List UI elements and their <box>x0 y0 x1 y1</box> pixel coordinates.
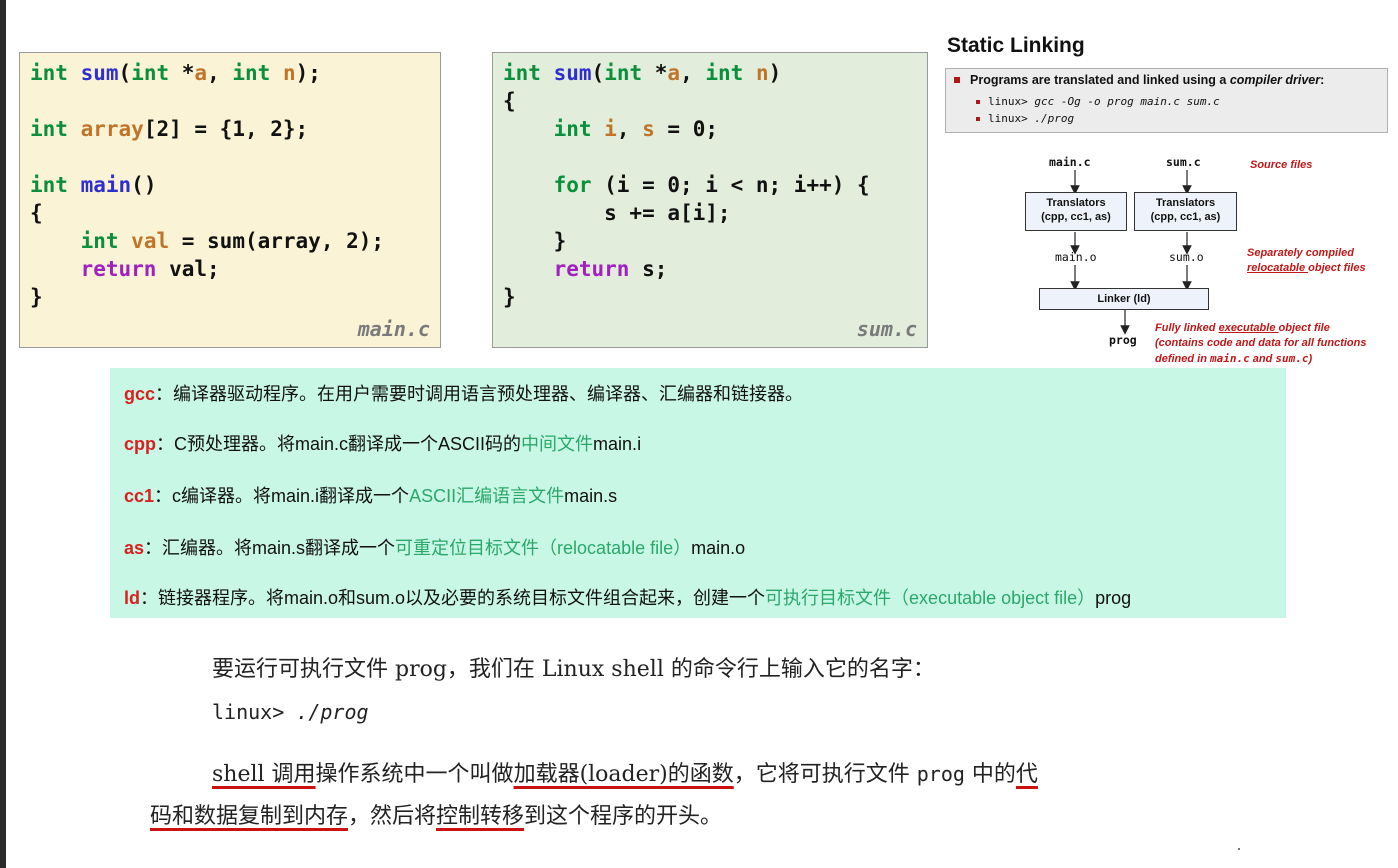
static-linking-diagram: main.c sum.c Source files Translators (c… <box>945 150 1390 370</box>
book-paragraph-1: 要运行可执行文件 prog，我们在 Linux shell 的命令行上输入它的名… <box>212 657 935 682</box>
main-c-source: int sum(int *a, int n); int array[2] = {… <box>30 61 385 309</box>
source-main-c: main.c <box>1049 155 1091 169</box>
executable-note-line3: defined in main.c and sum.c) <box>1155 352 1313 365</box>
object-sum-o: sum.o <box>1169 250 1204 264</box>
source-sum-c: sum.c <box>1166 155 1201 169</box>
book-paragraph-2-line1: shell 调用操作系统中一个叫做加载器(loader)的函数，它将可执行文件 … <box>212 762 1038 787</box>
note-as: as：汇编器。将main.s翻译成一个可重定位目标文件（relocatable … <box>124 538 746 558</box>
translators-tools: (cpp, cc1, as) <box>1150 211 1221 223</box>
book-paragraph-2-line2: 码和数据复制到内存，然后将控制转移到这个程序的开头。 <box>150 804 723 829</box>
main-c-filename: main.c <box>357 317 430 341</box>
source-files-note: Source files <box>1250 159 1313 171</box>
executable-note-line2: (contains code and data for all function… <box>1155 337 1367 349</box>
executable-note-line1: Fully linked executable object file <box>1155 322 1330 334</box>
translators-tools: (cpp, cc1, as) <box>1041 211 1111 223</box>
note-gcc: gcc：编译器驱动程序。在用户需要时调用语言预处理器、编译器、汇编器和链接器。 <box>124 384 804 404</box>
window-left-edge <box>0 0 6 868</box>
translators-label: Translators <box>1155 197 1216 209</box>
main-c-code-box: int sum(int *a, int n); int array[2] = {… <box>19 52 441 348</box>
sum-c-code-box: int sum(int *a, int n) { int i, s = 0; f… <box>492 52 928 348</box>
bullet-icon <box>954 77 960 83</box>
relocatable-note-line1: Separately compiled <box>1247 247 1354 259</box>
translators-box-2: Translators (cpp, cc1, as) <box>1134 192 1237 231</box>
book-command: linux> ./prog <box>212 700 369 724</box>
static-linking-title: Static Linking <box>947 34 1085 57</box>
toolchain-notes-box: gcc：编译器驱动程序。在用户需要时调用语言预处理器、编译器、汇编器和链接器。 … <box>110 368 1286 618</box>
command-gcc: linux> gcc -Og -o prog main.c sum.c <box>976 95 1220 108</box>
translators-box-1: Translators (cpp, cc1, as) <box>1025 192 1127 231</box>
note-ld: ld：链接器程序。将main.o和sum.o以及必要的系统目标文件组合起来，创建… <box>124 588 1132 608</box>
linker-box: Linker (ld) <box>1039 288 1209 310</box>
compiler-driver-box: Programs are translated and linked using… <box>945 68 1388 133</box>
compiler-driver-line: Programs are translated and linked using… <box>970 73 1325 87</box>
relocatable-note: Separately compiled relocatable object f… <box>1247 246 1366 276</box>
speck <box>1238 848 1240 850</box>
note-cpp: cpp：C预处理器。将main.c翻译成一个ASCII码的中间文件main.i <box>124 434 642 454</box>
object-main-o: main.o <box>1055 250 1097 264</box>
sub-bullet-icon <box>976 100 980 104</box>
command-run: linux> ./prog <box>976 112 1074 125</box>
relocatable-note-line2: relocatable object files <box>1247 262 1366 274</box>
output-prog: prog <box>1109 333 1137 347</box>
note-cc1: cc1：c编译器。将main.i翻译成一个ASCII汇编语言文件main.s <box>124 486 618 506</box>
sum-c-source: int sum(int *a, int n) { int i, s = 0; f… <box>503 61 870 309</box>
sum-c-filename: sum.c <box>856 317 917 341</box>
executable-note: Fully linked executable object file (con… <box>1155 321 1366 367</box>
translators-label: Translators <box>1046 197 1106 209</box>
sub-bullet-icon <box>976 117 980 121</box>
